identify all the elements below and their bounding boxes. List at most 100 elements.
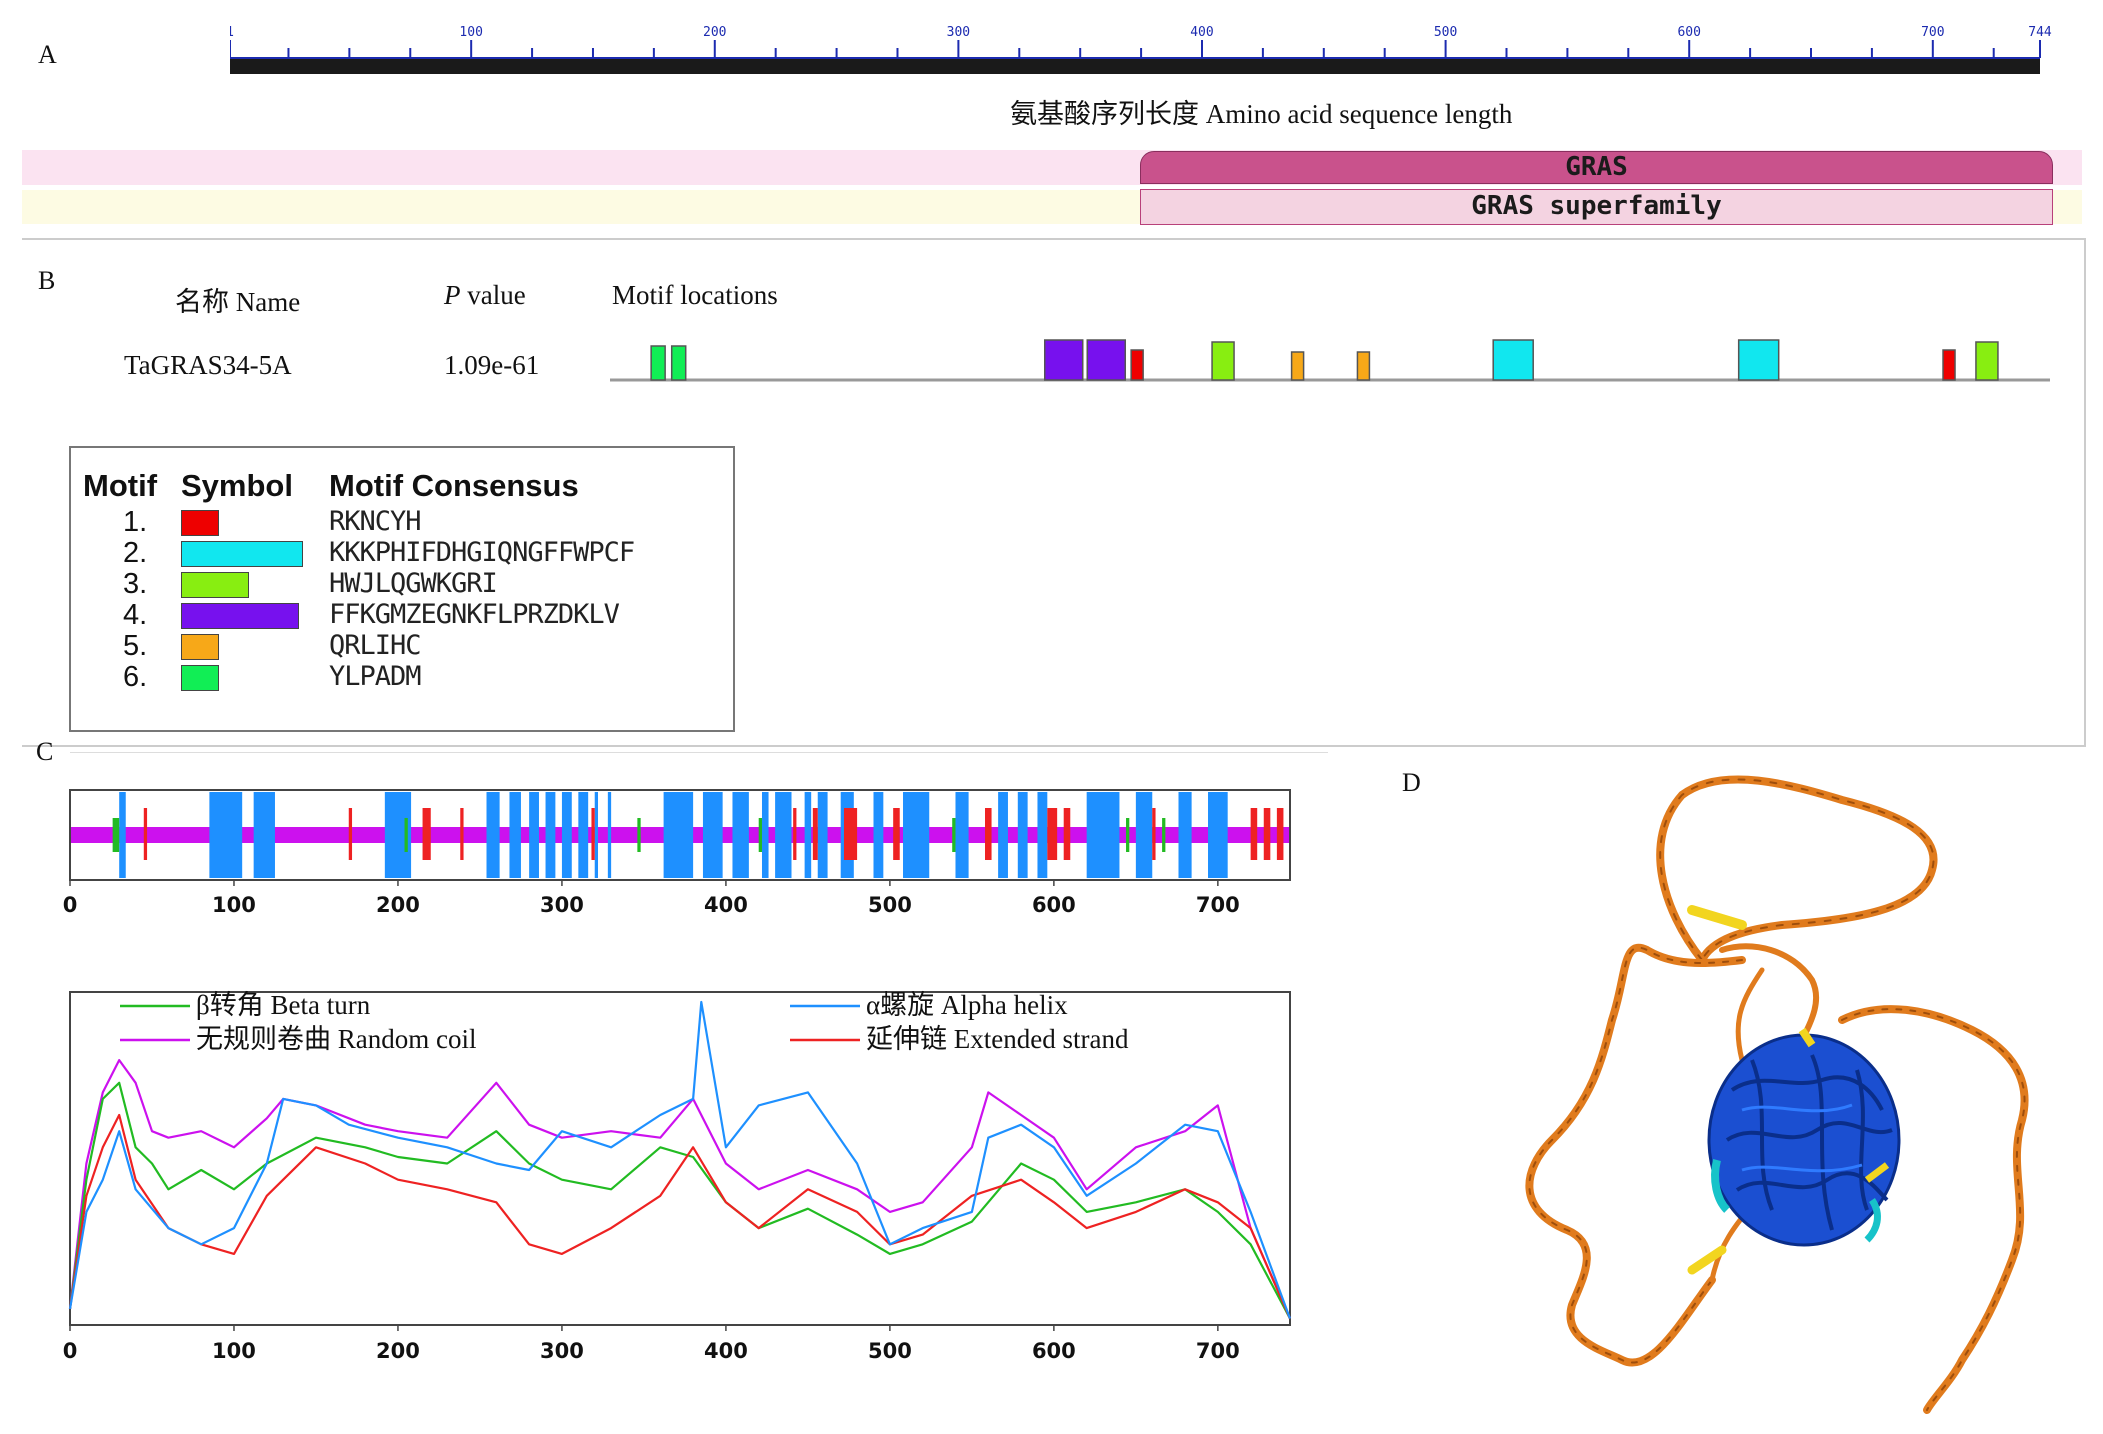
legend-motif-number: 6.	[123, 661, 148, 693]
extended-strand-segment	[843, 808, 858, 860]
alpha-helix-segment	[903, 792, 930, 878]
motif-site-2	[1492, 339, 1534, 381]
ruler-tick-label: 700	[1921, 25, 1944, 40]
track-tick-label: 200	[376, 893, 420, 917]
legend-motif-number: 5.	[123, 630, 148, 662]
name-column-header: 名称 Name	[175, 287, 301, 317]
legend-motif-symbol	[181, 603, 299, 629]
gras-domain-label: GRAS	[1565, 152, 1628, 182]
beta-turn-segment	[1126, 818, 1130, 852]
legend-motif-number: 3.	[123, 568, 148, 600]
legend-motif-consensus: QRLIHC	[329, 630, 422, 661]
sequence-length-axis-label: 氨基酸序列长度 Amino acid sequence length	[1010, 99, 1513, 129]
chart-tick-label: 100	[212, 1339, 256, 1363]
extended-strand-segment	[1263, 808, 1271, 860]
extended-strand-segment	[1063, 808, 1071, 860]
extended-strand-segment	[1047, 808, 1058, 860]
protein-3d-structure-image	[1512, 760, 2097, 1420]
extended-strand-segment	[348, 808, 353, 860]
alpha-helix-segment	[775, 792, 792, 878]
alpha-helix-segment	[529, 792, 539, 878]
track-tick-label: 700	[1196, 893, 1240, 917]
motif-site-5	[1356, 351, 1371, 381]
legend-extended-strand-label: 延伸链 Extended strand	[866, 1024, 1129, 1054]
alpha-helix-segment	[209, 792, 243, 878]
ruler-tick-label: 1	[230, 25, 234, 40]
alpha-helix-segment	[804, 792, 812, 878]
legend-motif-symbol	[181, 572, 249, 598]
motif-site-2	[1737, 339, 1780, 381]
legend-motif-consensus: HWJLQGWKGRI	[329, 568, 498, 599]
extended-strand-segment	[1152, 808, 1156, 860]
extended-strand-segment	[591, 808, 595, 860]
extended-strand-segment	[1276, 808, 1284, 860]
p-value-column-header: P value	[444, 280, 526, 311]
alpha-helix-segment	[1208, 792, 1228, 878]
ruler-tick-label: 300	[947, 25, 970, 40]
track-tick-label: 500	[868, 893, 912, 917]
gras-superfamily-label: GRAS superfamily	[1471, 191, 1722, 221]
gras-superfamily-bar: GRAS superfamily	[1140, 189, 2053, 225]
legend-motif-symbol	[181, 541, 303, 567]
motif-site-6	[650, 345, 666, 381]
secondary-structure-line-chart: 0 100 200 300 400 500 600 700 β转角 Beta turn 无规则卷曲…	[63, 990, 1292, 1363]
alpha-helix-segment	[761, 792, 769, 878]
alpha-helix-segment	[817, 792, 828, 878]
alpha-helix-segment	[253, 792, 275, 878]
sequence-name: TaGRAS34-5A	[124, 350, 292, 380]
legend-beta-turn-label: β转角 Beta turn	[196, 990, 371, 1020]
legend-motif-symbol	[181, 634, 219, 660]
extended-strand-segment	[812, 808, 818, 860]
alpha-helix-segment	[594, 792, 599, 878]
beta-turn-segment	[637, 818, 641, 852]
panel-divider	[70, 752, 1328, 753]
motif-site-4	[1043, 339, 1084, 381]
chart-tick-label: 700	[1196, 1339, 1240, 1363]
ruler-tick-label: 400	[1190, 25, 1213, 40]
legend-motif-number: 1.	[123, 506, 148, 538]
legend-motif-consensus: RKNCYH	[329, 506, 422, 537]
legend-motif-number: 4.	[123, 599, 148, 631]
track-tick-label: 300	[540, 893, 584, 917]
secondary-structure-track: 0 100 200 300 400 500 600 700	[63, 789, 1291, 917]
chart-tick-label: 400	[704, 1339, 748, 1363]
extended-strand-segment	[985, 808, 992, 860]
alpha-helix-segment	[1037, 792, 1048, 878]
legend-motif-symbol	[181, 510, 219, 536]
alpha-helix-segment	[607, 792, 612, 878]
motif-site-3	[1211, 341, 1235, 381]
alpha-helix-segment	[1086, 792, 1120, 878]
alpha-helix-segment	[561, 792, 572, 878]
ruler-tick-label: 200	[703, 25, 726, 40]
motif-locations-header: Motif locations	[612, 280, 778, 310]
motif-site-6	[670, 345, 687, 381]
panel-a-label: A	[38, 40, 57, 69]
extended-strand-segment	[422, 808, 431, 860]
track-tick-label: 0	[63, 893, 78, 917]
extended-strand-segment	[793, 808, 797, 860]
motif-site-1	[1130, 349, 1144, 381]
ruler-tick-label: 100	[459, 25, 482, 40]
sequence-p-value: 1.09e-61	[444, 350, 540, 380]
motif-legend: Motif Symbol Motif Consensus 1. RKNCYH 2. K…	[69, 446, 735, 732]
alpha-helix-segment	[1178, 792, 1192, 878]
alpha-helix-segment	[486, 792, 500, 878]
motif-site-1	[1942, 349, 1956, 381]
extended-strand-segment	[143, 808, 148, 860]
gras-domain-bar: GRAS	[1140, 151, 2053, 184]
alpha-helix-segment	[998, 792, 1008, 878]
legend-motif-symbol	[181, 665, 219, 691]
chart-tick-label: 500	[868, 1339, 912, 1363]
legend-random-coil-label: 无规则卷曲 Random coil	[196, 1024, 476, 1054]
legend-motif-consensus: KKKPHIFDHGIQNGFFWPCF	[329, 537, 635, 568]
alpha-helix-segment	[509, 792, 521, 878]
extended-strand-segment	[460, 808, 464, 860]
extended-strand-segment	[893, 808, 900, 860]
legend-header-consensus: Motif Consensus	[329, 468, 579, 503]
extended-strand-segment	[1250, 808, 1258, 860]
legend-header-motif: Motif	[83, 468, 158, 503]
beta-turn-segment	[404, 818, 408, 852]
ruler-tick-label: 600	[1677, 25, 1700, 40]
legend-motif-consensus: YLPADM	[329, 661, 422, 692]
alpha-helix-segment	[732, 792, 749, 878]
